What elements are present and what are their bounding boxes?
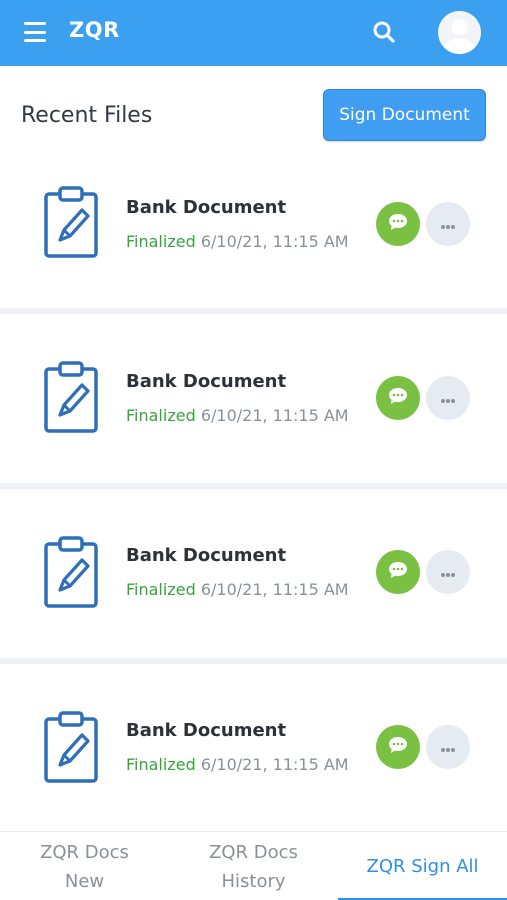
file-date: 6/10/21, 11:15 AM [200, 232, 349, 251]
file-meta: Finalized 6/10/21, 11:15 AM [126, 755, 349, 774]
file-meta: Finalized 6/10/21, 11:15 AM [126, 232, 349, 251]
chat-bubble-icon [387, 735, 409, 759]
comment-button[interactable] [376, 725, 420, 769]
tab-label-line2: New [64, 870, 105, 892]
file-date: 6/10/21, 11:15 AM [200, 406, 349, 425]
document-clipboard-icon [38, 536, 102, 608]
comment-button[interactable] [376, 550, 420, 594]
file-status: Finalized [126, 232, 196, 251]
tab-label-line2: History [221, 870, 286, 892]
tab-zqr-docs-history[interactable]: ZQR Docs History [169, 832, 338, 900]
more-options-button[interactable] [426, 202, 470, 246]
tab-label-line1: ZQR Sign All [366, 856, 479, 877]
comment-button[interactable] [376, 376, 420, 420]
file-name: Bank Document [126, 371, 287, 392]
file-status: Finalized [126, 580, 196, 599]
tab-label-line1: ZQR Docs [40, 841, 129, 863]
chat-bubble-icon [387, 212, 409, 236]
file-date: 6/10/21, 11:15 AM [200, 580, 349, 599]
more-options-button[interactable] [426, 550, 470, 594]
file-list-item[interactable]: Bank Document Finalized 6/10/21, 11:15 A… [0, 143, 507, 313]
chat-bubble-icon [387, 386, 409, 410]
document-clipboard-icon [38, 711, 102, 783]
bottom-navigation: ZQR Docs New ZQR Docs History ZQR Sign A… [0, 831, 507, 900]
file-status: Finalized [126, 755, 196, 774]
hamburger-menu-icon[interactable] [24, 22, 46, 42]
user-avatar-icon[interactable] [438, 11, 481, 54]
file-name: Bank Document [126, 197, 287, 218]
document-clipboard-icon [38, 186, 102, 258]
more-options-button[interactable] [426, 376, 470, 420]
more-dots-icon [440, 389, 456, 408]
sign-document-button[interactable]: Sign Document [323, 89, 486, 141]
file-list-item[interactable]: Bank Document Finalized 6/10/21, 11:15 A… [0, 489, 507, 659]
tab-zqr-docs-new[interactable]: ZQR Docs New [0, 832, 169, 900]
file-list-item[interactable]: Bank Document Finalized 6/10/21, 11:15 A… [0, 314, 507, 484]
chat-bubble-icon [387, 560, 409, 584]
file-status: Finalized [126, 406, 196, 425]
more-dots-icon [440, 563, 456, 582]
app-screen: ZQR Recent Files Sign Document Bank Docu… [0, 0, 507, 900]
tab-label-line1: ZQR Docs [209, 841, 298, 863]
app-title: ZQR [69, 18, 120, 42]
file-meta: Finalized 6/10/21, 11:15 AM [126, 580, 349, 599]
search-icon[interactable] [371, 19, 397, 45]
recent-files-title: Recent Files [21, 103, 153, 128]
tab-zqr-sign-all[interactable]: ZQR Sign All [338, 832, 507, 900]
file-meta: Finalized 6/10/21, 11:15 AM [126, 406, 349, 425]
document-clipboard-icon [38, 361, 102, 433]
file-date: 6/10/21, 11:15 AM [200, 755, 349, 774]
more-options-button[interactable] [426, 725, 470, 769]
more-dots-icon [440, 738, 456, 757]
file-name: Bank Document [126, 720, 287, 741]
comment-button[interactable] [376, 202, 420, 246]
top-app-bar: ZQR [0, 0, 507, 66]
more-dots-icon [440, 215, 456, 234]
file-name: Bank Document [126, 545, 287, 566]
file-list-item[interactable]: Bank Document Finalized 6/10/21, 11:15 A… [0, 664, 507, 834]
